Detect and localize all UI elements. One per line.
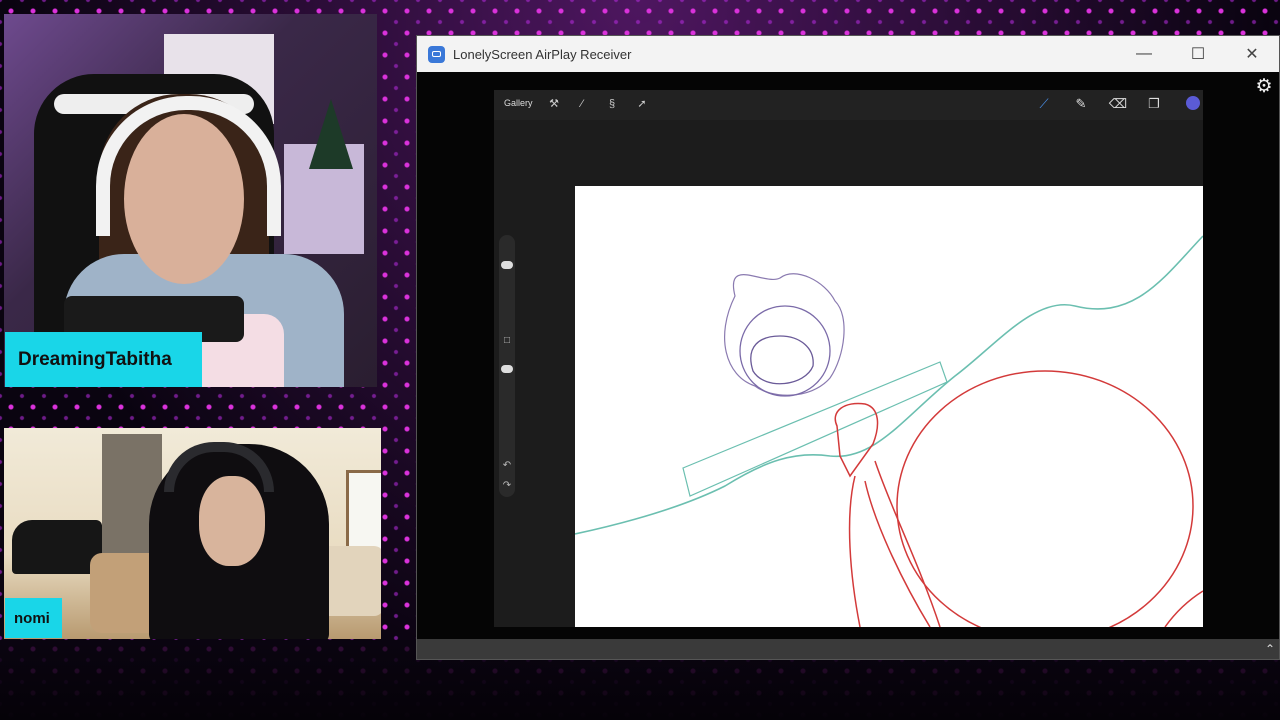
redo-icon[interactable]: ↷ — [501, 480, 513, 491]
sketch-tube — [682, 361, 948, 497]
brush-size-slider[interactable]: □ ↶ ↷ — [499, 235, 515, 497]
close-button[interactable]: ✕ — [1225, 36, 1279, 72]
lonelyscreen-app-icon — [428, 45, 445, 63]
brush-size-knob[interactable] — [501, 261, 513, 269]
lonelyscreen-window[interactable]: LonelyScreen AirPlay Receiver — ☐ ✕ ⚙ Ga… — [416, 35, 1280, 660]
procreate-toolbar: Gallery ⚒ ⁄ § ➚ ⟋ ✎ ⌫ ❐ — [494, 90, 1203, 120]
christmas-tree — [309, 99, 353, 169]
grand-piano — [12, 520, 102, 574]
brush-icon[interactable]: ⟋ — [1034, 94, 1054, 114]
drawing-canvas[interactable] — [575, 186, 1203, 627]
layers-icon[interactable]: ❐ — [1144, 94, 1164, 114]
window-title: LonelyScreen AirPlay Receiver — [453, 46, 632, 62]
gallery-button[interactable]: Gallery — [504, 98, 533, 108]
minimize-button[interactable]: — — [1117, 36, 1171, 72]
sketch-teal-line — [575, 235, 1203, 535]
chevron-up-icon[interactable]: ⌃ — [1265, 641, 1275, 657]
smudge-icon[interactable]: ✎ — [1071, 94, 1091, 114]
window-controls: — ☐ ✕ — [1117, 36, 1279, 72]
sketch-head-circle — [739, 305, 831, 397]
color-picker-button[interactable] — [1186, 96, 1200, 110]
mirrored-ipad-screen: Gallery ⚒ ⁄ § ➚ ⟋ ✎ ⌫ ❐ □ ↶ ↷ — [494, 90, 1203, 627]
name-tag-cam1: DreamingTabitha — [5, 332, 202, 387]
room-window — [346, 470, 381, 556]
selection-icon[interactable]: § — [604, 96, 620, 112]
window-bottom-bar: ⌃ — [417, 639, 1279, 659]
settings-gear-icon[interactable]: ⚙ — [1253, 76, 1275, 98]
sketch-red-arc — [1164, 590, 1203, 627]
eraser-icon[interactable]: ⌫ — [1108, 94, 1128, 114]
sketch-red-figure — [834, 402, 941, 627]
wrench-icon[interactable]: ⚒ — [546, 96, 562, 112]
title-bar[interactable]: LonelyScreen AirPlay Receiver — ☐ ✕ — [417, 36, 1279, 72]
sketch-drawing — [575, 235, 1203, 627]
opacity-knob[interactable] — [501, 365, 513, 373]
modify-icon[interactable]: □ — [501, 335, 513, 346]
sketch-red-circle — [896, 370, 1194, 627]
sketch-face — [750, 335, 814, 385]
undo-icon[interactable]: ↶ — [501, 460, 513, 471]
adjustments-icon[interactable]: ⁄ — [574, 96, 590, 112]
maximize-button[interactable]: ☐ — [1171, 36, 1225, 72]
transform-icon[interactable]: ➚ — [634, 96, 650, 112]
name-tag-cam2: nomi — [5, 598, 62, 638]
